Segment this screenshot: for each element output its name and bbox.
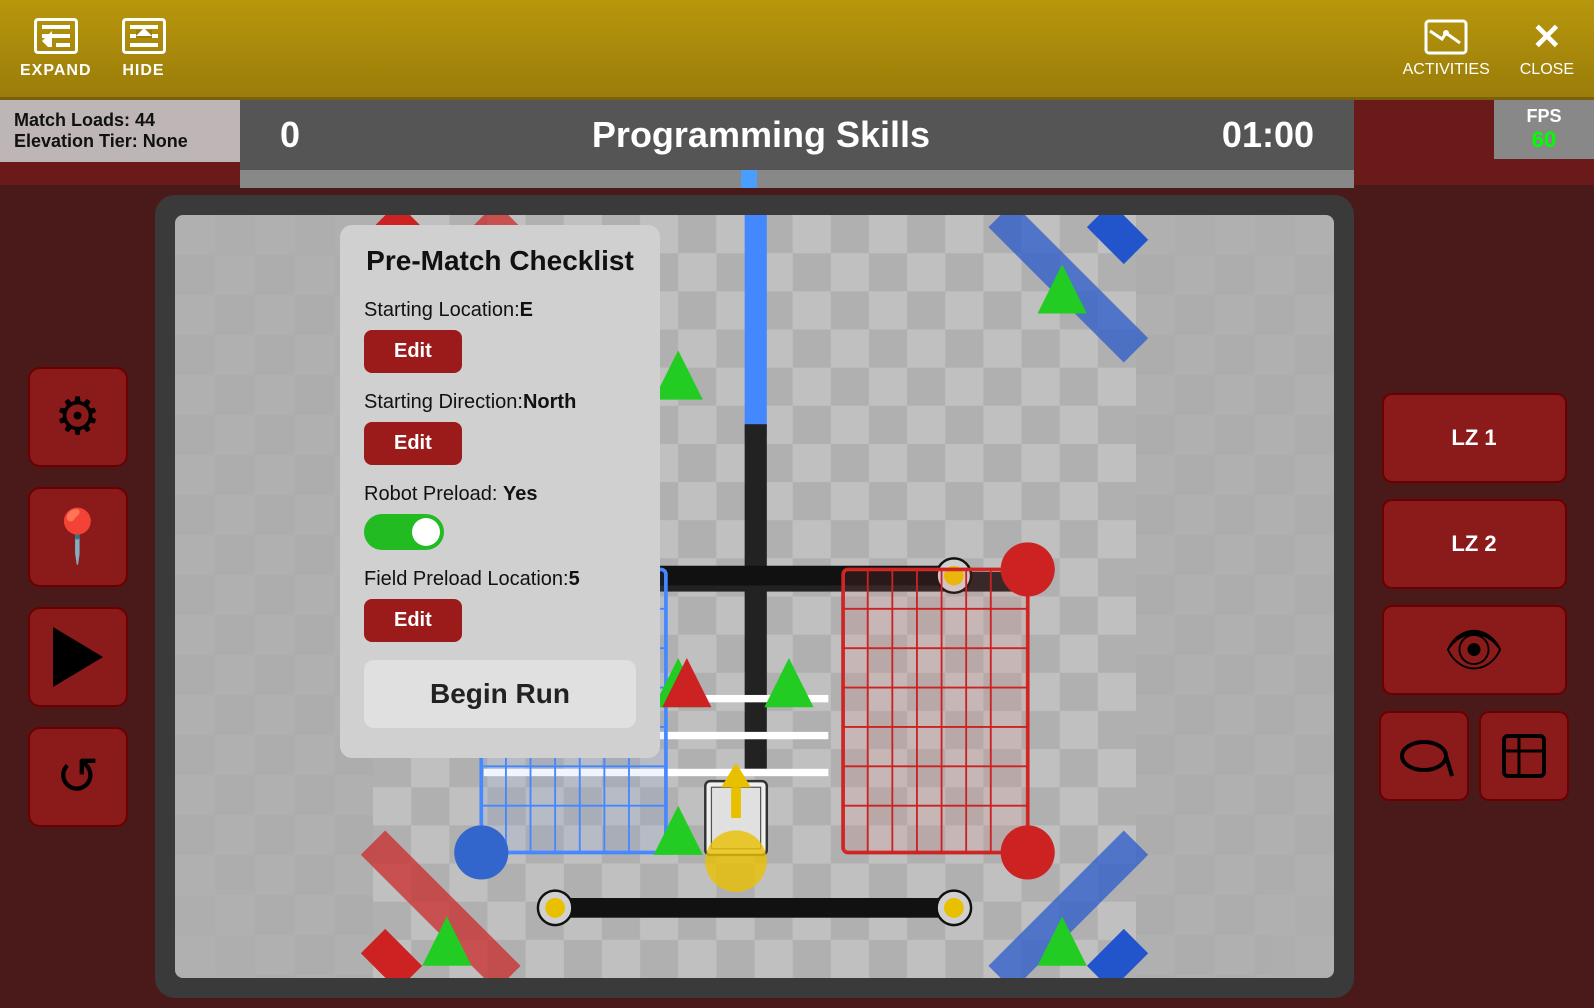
lz2-button[interactable]: LZ 2	[1382, 499, 1567, 589]
match-info-panel: Match Loads: 44 Elevation Tier: None	[0, 100, 240, 162]
close-label: CLOSE	[1520, 61, 1574, 79]
edit-starting-direction-button[interactable]: Edit	[364, 422, 462, 465]
activities-label: ACTIVITIES	[1403, 61, 1490, 79]
starting-location-value: E	[520, 299, 533, 321]
settings-button[interactable]: ⚙	[28, 367, 128, 467]
toggle-thumb	[412, 518, 440, 546]
hide-icon	[122, 18, 166, 54]
robot-preload-item: Robot Preload: Yes	[364, 483, 636, 550]
lasso-button[interactable]	[1379, 711, 1469, 801]
checklist-title: Pre-Match Checklist	[364, 245, 636, 277]
starting-direction-value: North	[523, 391, 576, 413]
hide-button[interactable]: HIDE	[122, 18, 166, 80]
play-button[interactable]	[28, 607, 128, 707]
fps-value: 60	[1506, 127, 1582, 153]
location-button[interactable]: 📍	[28, 487, 128, 587]
right-sidebar: LZ 1 LZ 2 👁	[1354, 185, 1594, 1008]
starting-location-label: Starting Location:E	[364, 299, 636, 322]
lz1-button[interactable]: LZ 1	[1382, 393, 1567, 483]
progress-fill	[741, 170, 757, 188]
elevation-tier: Elevation Tier: None	[14, 131, 226, 152]
field-preload-item: Field Preload Location:5 Edit	[364, 568, 636, 642]
crop-button[interactable]	[1479, 711, 1569, 801]
preload-toggle[interactable]	[364, 514, 636, 550]
expand-button[interactable]: EXPAND	[20, 18, 92, 80]
match-title: Programming Skills	[592, 114, 930, 156]
field-preload-label: Field Preload Location:5	[364, 568, 636, 591]
fps-badge: FPS 60	[1494, 100, 1594, 159]
starting-direction-item: Starting Direction:North Edit	[364, 391, 636, 465]
eye-button[interactable]: 👁	[1382, 605, 1567, 695]
checklist-panel: Pre-Match Checklist Starting Location:E …	[340, 225, 660, 758]
score-bar: 0 Programming Skills 01:00	[240, 100, 1354, 170]
close-button[interactable]: ✕ CLOSE	[1520, 19, 1574, 79]
close-icon: ✕	[1532, 19, 1562, 55]
robot-preload-label: Robot Preload: Yes	[364, 483, 636, 506]
toggle-track[interactable]	[364, 514, 444, 550]
field-container: Pre-Match Checklist Starting Location:E …	[155, 195, 1354, 998]
expand-label: EXPAND	[20, 62, 92, 80]
match-loads: Match Loads: 44	[14, 110, 226, 131]
field-preload-value: 5	[569, 568, 580, 590]
activities-button[interactable]: ACTIVITIES	[1403, 19, 1490, 79]
score-value: 0	[280, 114, 300, 156]
reset-button[interactable]: ↺	[28, 727, 128, 827]
expand-icon	[34, 18, 78, 54]
robot-preload-value: Yes	[503, 483, 537, 505]
toolbar-right: ACTIVITIES ✕ CLOSE	[1403, 19, 1574, 79]
edit-field-preload-button[interactable]: Edit	[364, 599, 462, 642]
timer-value: 01:00	[1222, 114, 1314, 156]
toolbar: EXPAND HIDE ACTIVITIES ✕ CLOSE	[0, 0, 1594, 100]
edit-starting-location-button[interactable]: Edit	[364, 330, 462, 373]
left-sidebar: ⚙ 📍 ↺	[0, 185, 155, 1008]
starting-direction-label: Starting Direction:North	[364, 391, 636, 414]
fps-label: FPS	[1506, 106, 1582, 127]
progress-bar	[240, 170, 1354, 188]
main-area: ⚙ 📍 ↺ Pre-Match Checklist Starting Locat…	[0, 185, 1594, 1008]
bottom-buttons-row	[1379, 711, 1569, 801]
play-icon	[53, 627, 103, 687]
hide-label: HIDE	[122, 62, 164, 80]
begin-run-button[interactable]: Begin Run	[364, 660, 636, 728]
starting-location-item: Starting Location:E Edit	[364, 299, 636, 373]
